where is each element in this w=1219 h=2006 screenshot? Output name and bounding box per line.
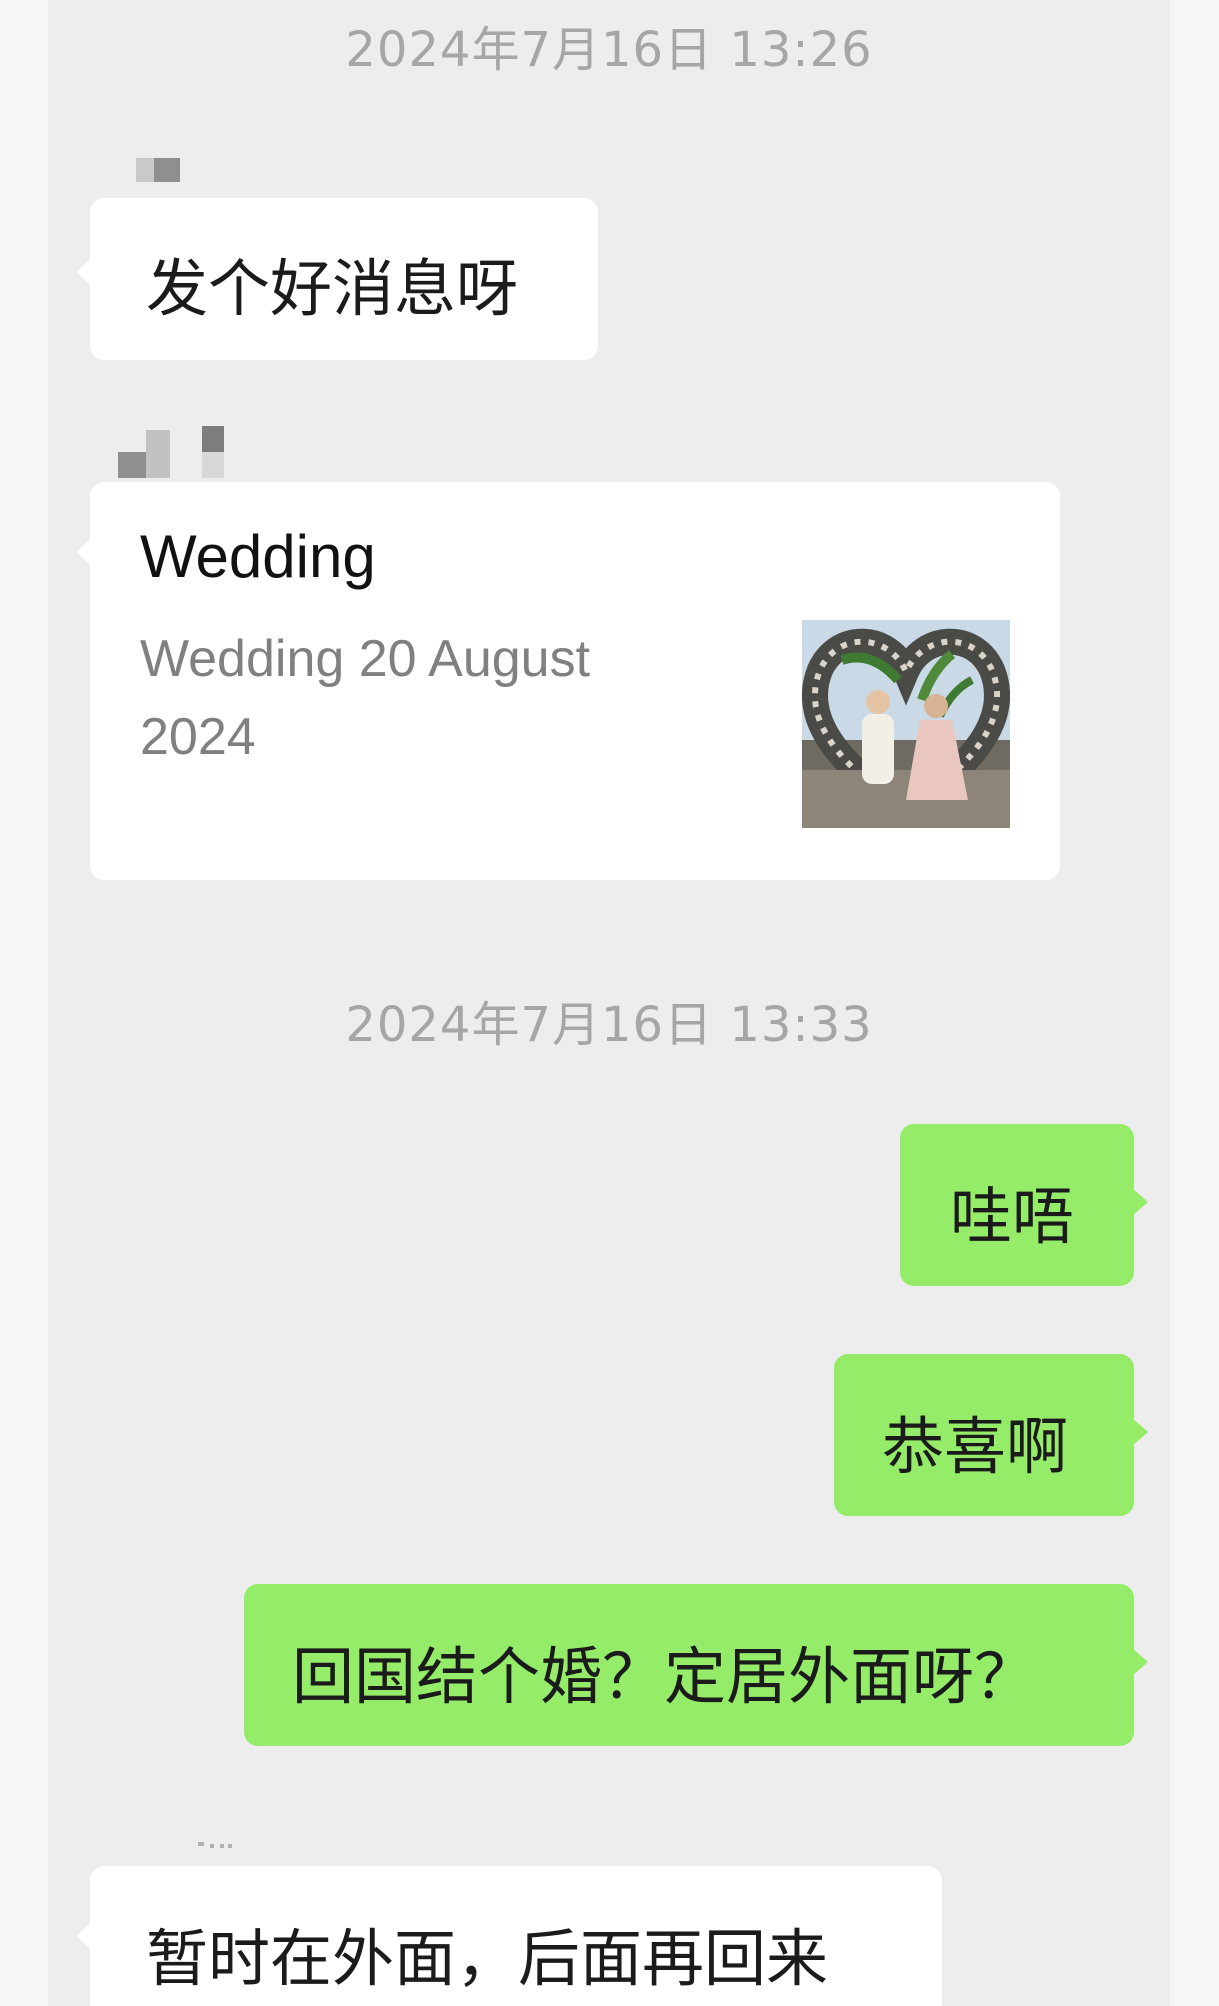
- bubble-tail: [1132, 1418, 1148, 1446]
- link-card-title: Wedding: [140, 523, 376, 590]
- outgoing-message-bubble[interactable]: 哇唔: [900, 1124, 1148, 1286]
- wedding-photo-thumbnail: [802, 620, 1010, 828]
- timestamp-1: 2024年7月16日 13:26: [345, 22, 873, 78]
- incoming-message-bubble[interactable]: 暂时在外面，后面再回来: [76, 1866, 942, 2006]
- timestamp-2: 2024年7月16日 13:33: [345, 997, 873, 1053]
- sender-name-blurred: [118, 420, 238, 480]
- wedding-photo-icon: [802, 620, 1010, 828]
- link-card-message[interactable]: Wedding Wedding 20 August 2024: [76, 482, 1060, 880]
- outgoing-message-bubble[interactable]: 回国结个婚？定居外面呀？: [244, 1584, 1148, 1746]
- link-card-description: Wedding 20 August 2024: [140, 630, 591, 766]
- message-text: 发个好消息呀: [146, 252, 519, 325]
- message-text: 回国结个婚？定居外面呀？: [292, 1640, 1037, 1713]
- bubble-tail: [76, 538, 92, 566]
- bubble-tail: [1132, 1188, 1148, 1216]
- screenshot-page: 2024年7月16日 13:26 发个好消息呀 Wedding Wedding …: [0, 0, 1219, 2006]
- message-text: 哇唔: [950, 1180, 1075, 1253]
- sender-name-blurred: [198, 1836, 238, 1850]
- message-text: 暂时在外面，后面再回来: [146, 1922, 829, 1995]
- incoming-message-bubble[interactable]: 发个好消息呀: [76, 198, 598, 360]
- sender-name-blurred: [136, 158, 186, 198]
- bubble-tail: [76, 258, 92, 286]
- outgoing-message-bubble[interactable]: 恭喜啊: [834, 1354, 1148, 1516]
- bubble-tail: [1132, 1648, 1148, 1676]
- message-text: 恭喜啊: [882, 1410, 1069, 1483]
- bubble-tail: [76, 1922, 92, 1950]
- chat-history[interactable]: 2024年7月16日 13:26 发个好消息呀 Wedding Wedding …: [48, 0, 1170, 2006]
